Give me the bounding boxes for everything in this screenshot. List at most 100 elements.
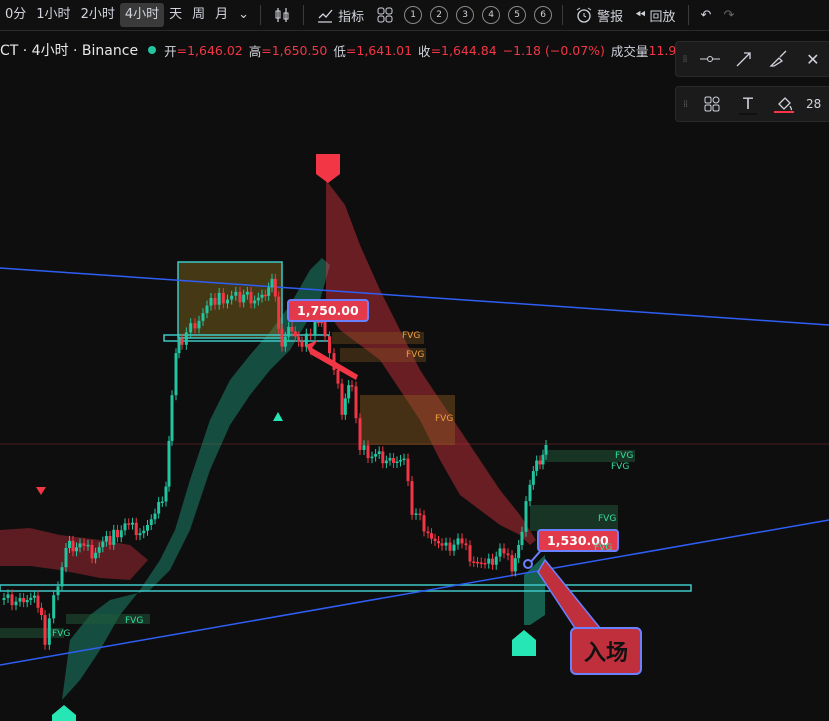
candle-body	[14, 601, 18, 606]
tag-anchor	[523, 559, 533, 569]
candle-body	[406, 458, 410, 482]
candle-body	[517, 545, 521, 559]
support-zone[interactable]	[0, 584, 692, 592]
layout-4-button[interactable]: 4	[482, 6, 501, 24]
timeframe-week[interactable]: 周	[187, 3, 210, 27]
chevron-down-icon[interactable]: ⌄	[233, 3, 254, 27]
indicators-icon	[318, 9, 333, 23]
timeframe-4h[interactable]: 4小时	[119, 3, 165, 27]
undo-icon[interactable]: ↶	[695, 8, 718, 23]
candle-body	[123, 523, 127, 531]
timeframe-day[interactable]: 天	[164, 3, 187, 27]
candle-body	[479, 562, 483, 564]
candle-body	[47, 618, 51, 645]
candle-body	[293, 331, 297, 337]
candle-body	[226, 299, 229, 304]
candle-body	[452, 544, 456, 551]
candle-body	[283, 336, 287, 347]
candle-body	[112, 529, 116, 545]
candle-body	[510, 555, 514, 572]
replay-button[interactable]: ⏪︎ 回放	[629, 6, 681, 25]
down-triangle-icon	[36, 487, 46, 495]
candle-body	[180, 338, 184, 345]
candle-body	[116, 529, 119, 538]
candle-body	[146, 525, 149, 531]
candle-body	[414, 513, 418, 515]
candle-body	[40, 607, 43, 616]
candle-body	[104, 536, 108, 542]
candle-body	[464, 543, 468, 546]
fvg-label: FVG	[52, 629, 71, 639]
candle-body	[426, 531, 430, 534]
candle-body	[313, 321, 317, 335]
candle-body	[336, 370, 340, 384]
alert-button[interactable]: 警报	[569, 6, 629, 25]
candle-body	[32, 595, 36, 598]
layout-grid-icon[interactable]	[370, 6, 400, 24]
indicators-button[interactable]: 指标	[310, 6, 370, 25]
candle-body	[323, 321, 327, 337]
buy-signal-icon	[512, 630, 536, 656]
replay-label: 回放	[649, 9, 676, 25]
divider	[260, 5, 262, 25]
candle-body	[153, 513, 157, 520]
candle-body	[68, 540, 71, 548]
candle-body	[440, 543, 444, 546]
candle-body	[22, 598, 26, 603]
fvg-label: FVG	[406, 350, 425, 360]
layout-2-button[interactable]: 2	[430, 6, 449, 24]
timeframe-0m[interactable]: 0分	[0, 3, 31, 27]
candle-body	[448, 542, 452, 551]
candle-body	[184, 332, 188, 345]
layout-5-button[interactable]: 5	[508, 6, 527, 24]
candle-body	[531, 471, 535, 485]
candle-body	[502, 548, 506, 554]
candle-body	[18, 598, 22, 602]
candle-body	[138, 533, 142, 536]
candle-body	[43, 615, 47, 645]
candle-body	[410, 481, 414, 515]
candle-body	[101, 541, 105, 548]
candle-body	[189, 323, 193, 333]
candle-body	[430, 533, 433, 539]
candle-body	[52, 595, 56, 619]
candlestick-icon[interactable]	[267, 6, 297, 24]
candle-body	[149, 519, 153, 525]
candle-body	[328, 336, 331, 354]
candle-body	[29, 597, 33, 600]
divider	[303, 5, 305, 25]
entry-callout[interactable]: 入场	[570, 627, 642, 675]
candle-body	[297, 336, 301, 342]
candle-body	[270, 278, 274, 288]
resistance-trendline[interactable]	[0, 267, 829, 326]
up-triangle-icon	[273, 412, 283, 421]
candle-body	[433, 538, 437, 541]
candle-body	[260, 294, 264, 298]
candle-body	[498, 548, 502, 557]
timeframe-2h[interactable]: 2小时	[76, 3, 120, 27]
timeframe-month[interactable]: 月	[210, 3, 233, 27]
candle-body	[538, 460, 542, 465]
candle-body	[213, 298, 217, 305]
redo-icon[interactable]: ↷	[717, 8, 740, 23]
candle-body	[273, 278, 277, 297]
candle-body	[170, 395, 174, 441]
candle-body	[142, 530, 146, 534]
candle-body	[71, 540, 75, 552]
price-tag-high[interactable]: 1,750.00	[287, 299, 369, 322]
candle-body	[544, 445, 548, 455]
fvg-label: FVG	[611, 462, 630, 472]
candle-body	[287, 326, 291, 337]
candle-body	[193, 323, 197, 329]
layout-6-button[interactable]: 6	[534, 6, 553, 24]
timeframe-1h[interactable]: 1小时	[31, 3, 75, 27]
candle-body	[422, 515, 426, 532]
candle-body	[82, 543, 86, 546]
layout-1-button[interactable]: 1	[404, 6, 423, 24]
candle-body	[468, 545, 472, 562]
layout-3-button[interactable]: 3	[456, 6, 475, 24]
candle-body	[2, 598, 6, 600]
candle-body	[108, 536, 112, 545]
candle-body	[402, 458, 406, 461]
support-trendline[interactable]	[0, 519, 829, 666]
